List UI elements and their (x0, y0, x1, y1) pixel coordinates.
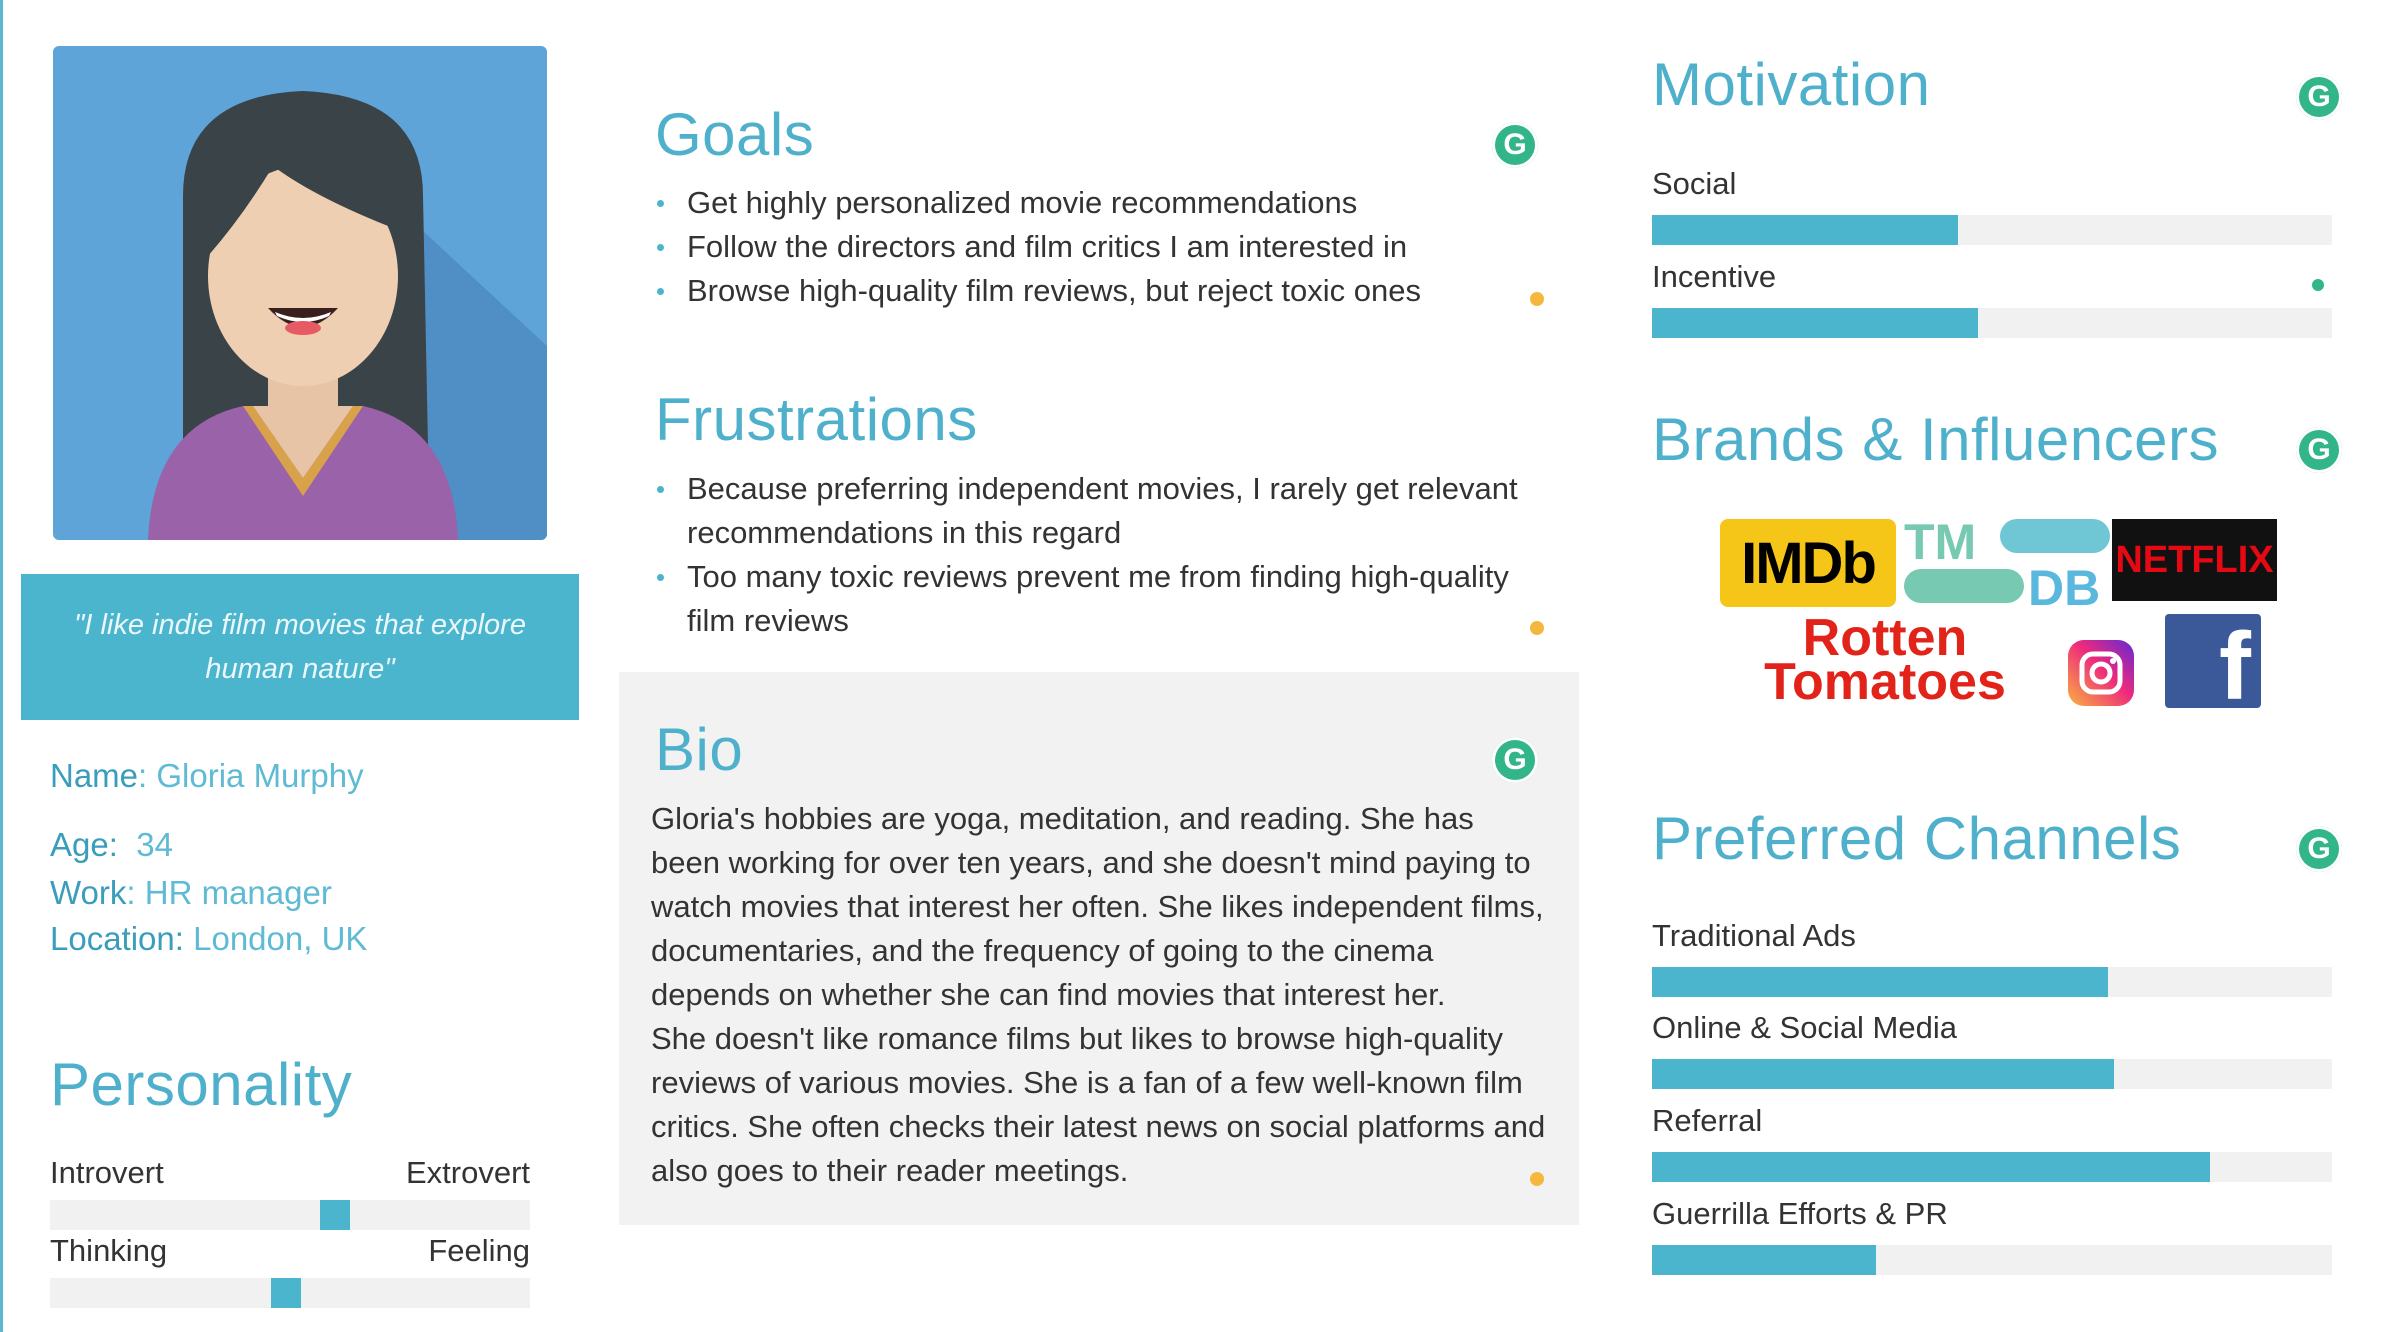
grammarly-icon[interactable]: G (2296, 427, 2342, 473)
incentive-label: Incentive (1652, 259, 1777, 294)
social-bar (1652, 215, 2332, 245)
work-value: HR manager (144, 874, 332, 911)
rotten-tomatoes-logo: Rotten Tomatoes (1735, 610, 2035, 710)
tmdb-bottom-text: DB (2028, 560, 2101, 616)
location-row: Location: London, UK (50, 920, 367, 958)
age-label: Age: (50, 826, 118, 863)
personality-title: Personality (50, 1051, 353, 1118)
tmdb-logo: TM DB (1900, 514, 2114, 616)
guerrilla-bar (1652, 1245, 2332, 1275)
bio-line: documentaries, and the frequency of goin… (651, 933, 1434, 968)
feeling-label: Feeling (428, 1233, 530, 1268)
status-dot (1530, 1172, 1544, 1186)
list-item: Follow the directors and film critics I … (655, 225, 1575, 269)
grammarly-icon[interactable]: G (2296, 826, 2342, 872)
work-row: Work: HR manager (50, 874, 332, 911)
traditional-ads-label: Traditional Ads (1652, 918, 1856, 953)
location-value: London, UK (193, 920, 368, 957)
channels-title: Preferred Channels (1652, 805, 2182, 872)
facebook-letter: f (2219, 614, 2251, 708)
list-item: Get highly personalized movie recommenda… (655, 181, 1575, 225)
social-label: Social (1652, 166, 1737, 201)
incentive-bar-fill (1652, 308, 1979, 338)
online-social-label: Online & Social Media (1652, 1010, 1957, 1045)
incentive-bar (1652, 308, 2332, 338)
motivation-title: Motivation (1652, 51, 1931, 118)
online-social-bar-fill (1652, 1059, 2115, 1089)
tomatoes-text: Tomatoes (1764, 653, 2006, 711)
frustrations-list: Because preferring independent movies, I… (655, 467, 1555, 643)
list-item: Because preferring independent movies, I… (655, 467, 1555, 555)
grammarly-icon[interactable]: G (1492, 737, 1538, 783)
bio-line: depends on whether she can find movies t… (651, 977, 1446, 1012)
bio-line: been working for over ten years, and she… (651, 845, 1531, 880)
netflix-logo: NETFLIX (2112, 519, 2277, 601)
guerrilla-bar-fill (1652, 1245, 1877, 1275)
age-value: 34 (136, 826, 173, 863)
scale-thumb (320, 1200, 350, 1230)
bio-line: critics. She often checks their latest n… (651, 1109, 1546, 1144)
location-label: Location: (50, 920, 184, 957)
online-social-bar (1652, 1059, 2332, 1089)
extrovert-label: Extrovert (405, 1155, 530, 1190)
traditional-ads-bar-fill (1652, 967, 2108, 997)
status-dot (1530, 292, 1544, 306)
status-dot (2312, 279, 2324, 291)
persona-quote: "I like indie film movies that explore h… (21, 574, 579, 720)
bio-line: also goes to their reader meetings. (651, 1153, 1129, 1188)
left-border (0, 0, 3, 1332)
age-row: Age: 34 (50, 826, 173, 864)
frustrations-title: Frustrations (655, 386, 978, 453)
quote-text: "I like indie film movies that explore h… (74, 609, 526, 685)
bio-line: reviews of various movies. She is a fan … (651, 1065, 1523, 1100)
thinking-label: Thinking (50, 1233, 168, 1268)
guerrilla-label: Guerrilla Efforts & PR (1652, 1196, 1948, 1231)
bio-text: Gloria's hobbies are yoga, meditation, a… (651, 797, 1571, 1193)
grammarly-icon[interactable]: G (1492, 122, 1538, 168)
referral-bar-fill (1652, 1152, 2210, 1182)
social-bar-fill (1652, 215, 1958, 245)
grammarly-icon[interactable]: G (2296, 74, 2342, 120)
name-value: Gloria Murphy (156, 757, 364, 794)
list-item: Browse high-quality film reviews, but re… (655, 269, 1575, 313)
list-item: Too many toxic reviews prevent me from f… (655, 555, 1555, 643)
name-label: Name (50, 757, 139, 794)
name-row: Name: Gloria Murphy (50, 757, 364, 794)
bio-line: watch movies that interest her often. Sh… (651, 889, 1544, 924)
thinking-feeling-scale (50, 1278, 530, 1308)
bio-line: Gloria's hobbies are yoga, meditation, a… (651, 801, 1474, 836)
scale-thumb (271, 1278, 301, 1308)
introvert-extrovert-scale (50, 1200, 530, 1230)
brands-title: Brands & Influencers (1652, 406, 2219, 473)
imdb-logo: IMDb (1720, 519, 1896, 607)
status-dot (1530, 621, 1544, 635)
tmdb-top-text: TM (1904, 514, 1977, 570)
referral-bar (1652, 1152, 2332, 1182)
persona-avatar-illustration (148, 91, 547, 540)
traditional-ads-bar (1652, 967, 2332, 997)
goals-title: Goals (655, 101, 815, 168)
facebook-icon: f (2165, 614, 2261, 708)
avatar (53, 46, 547, 540)
referral-label: Referral (1652, 1103, 1763, 1138)
bio-line: She doesn't like romance films but likes… (651, 1021, 1503, 1056)
introvert-label: Introvert (50, 1155, 164, 1190)
bio-title: Bio (655, 716, 744, 783)
instagram-icon (2068, 640, 2134, 706)
work-label: Work (50, 874, 127, 911)
goals-list: Get highly personalized movie recommenda… (655, 181, 1575, 313)
